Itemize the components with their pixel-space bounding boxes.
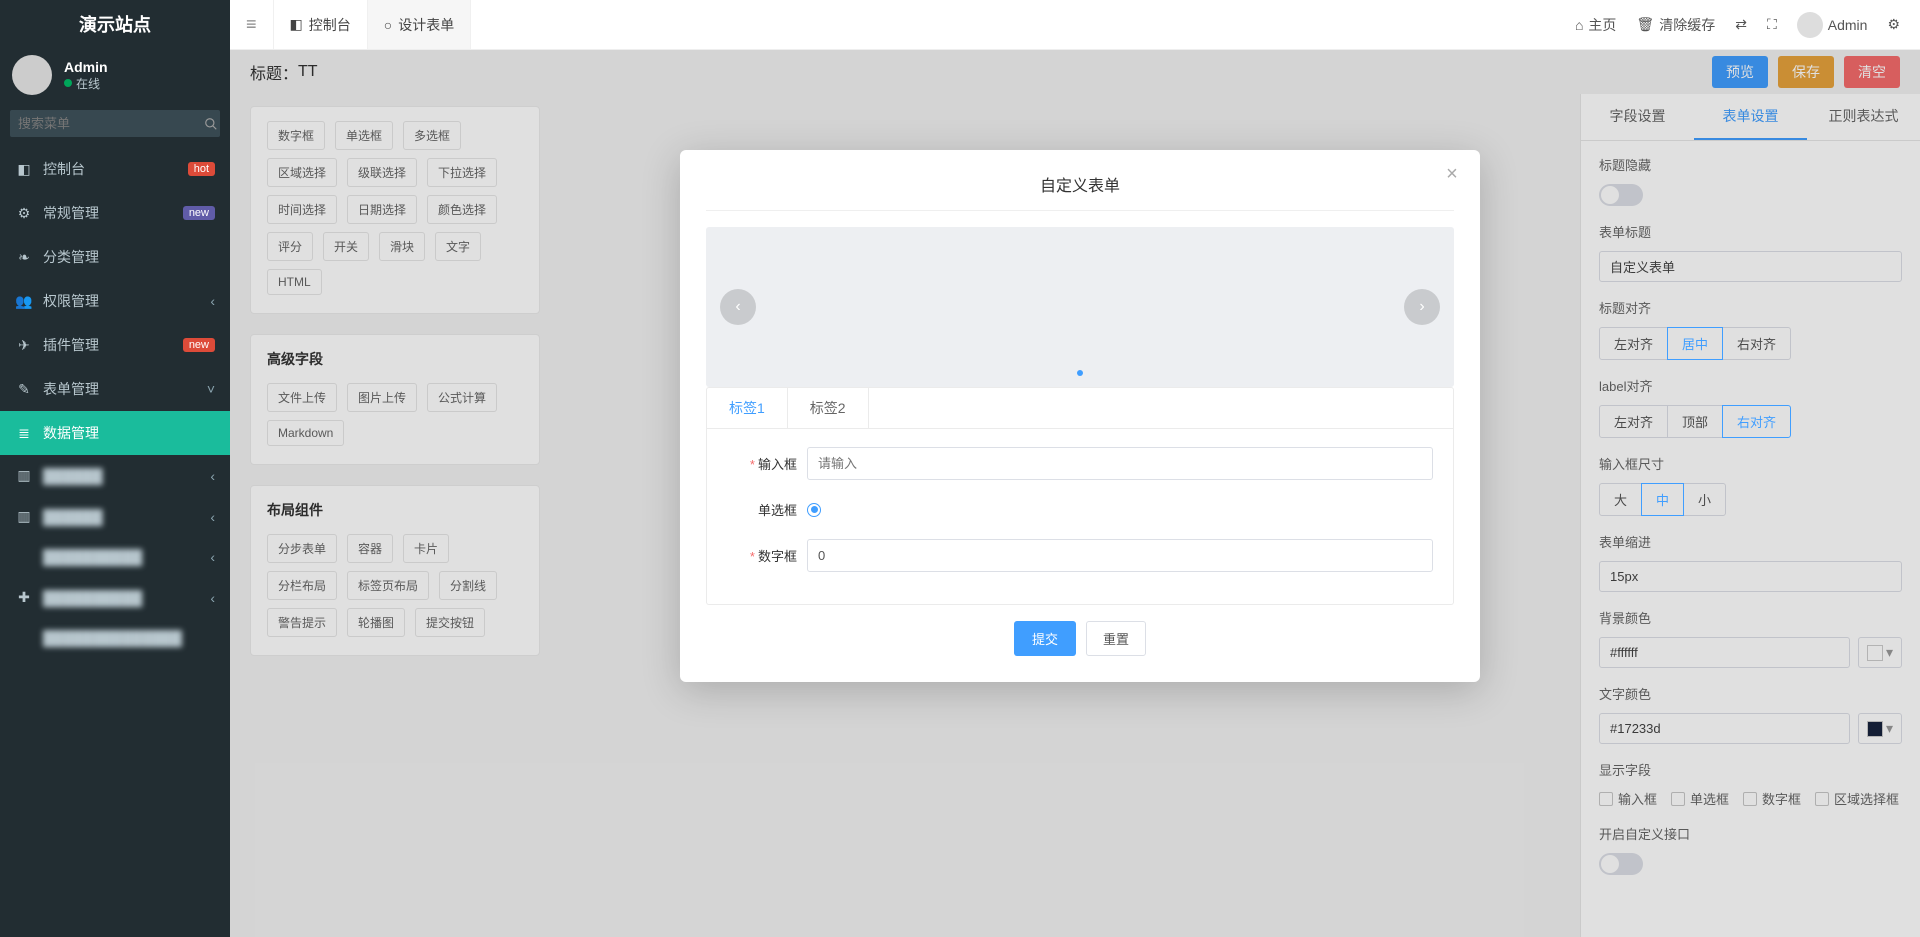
menu-label: ██████████ (43, 590, 200, 606)
fullscreen-icon[interactable]: ⛶ (1767, 16, 1777, 33)
modal-tabs: 标签1标签2 (706, 387, 1454, 429)
menu-icon: ⚙ (15, 205, 33, 222)
tab-icon: ◧ (290, 16, 303, 33)
chevron-left-icon: ‹ (210, 293, 215, 309)
hamburger-icon[interactable]: ≡ (230, 0, 274, 49)
menu-label: ██████████████ (43, 630, 215, 646)
user-name: Admin (64, 59, 108, 75)
topbar-user[interactable]: Admin (1797, 12, 1868, 38)
badge: hot (188, 162, 215, 176)
sidebar-item[interactable]: ✚ ██████████ ‹ (0, 577, 230, 618)
sidebar-item[interactable]: ◧ 控制台 hot (0, 147, 230, 191)
modal-tab[interactable]: 标签1 (707, 388, 788, 428)
menu-icon: ◧ (15, 161, 33, 178)
sidebar-item[interactable]: ▥ ██████ ‹ (0, 455, 230, 496)
user-avatar[interactable] (12, 55, 52, 95)
tab-icon: ○ (384, 17, 392, 33)
sidebar-menu: ◧ 控制台 hot ⚙ 常规管理 new ❧ 分类管理 👥 权限管理 ‹ ✈ 插件管理 new ✎ 表单管理 ˅… (0, 147, 230, 658)
menu-label: 插件管理 (43, 335, 173, 355)
menu-label: 常规管理 (43, 203, 173, 223)
home-icon: ⌂ (1575, 17, 1583, 33)
sidebar-item[interactable]: ██████████████ (0, 618, 230, 658)
carousel-prev-icon[interactable]: ‹ (720, 289, 756, 325)
online-dot-icon (64, 79, 72, 87)
sidebar-item[interactable]: ✈ 插件管理 new (0, 323, 230, 367)
trash-icon: 🗑 (1636, 16, 1654, 33)
carousel[interactable]: ‹ › (706, 227, 1454, 387)
sidebar-item[interactable]: ✎ 表单管理 ˅ (0, 367, 230, 411)
modal-radio[interactable] (807, 503, 821, 517)
user-status: 在线 (64, 75, 108, 92)
sidebar-item[interactable]: ██████████ ‹ (0, 537, 230, 577)
menu-search[interactable] (10, 110, 220, 137)
menu-label: 权限管理 (43, 291, 200, 311)
menu-search-input[interactable] (10, 110, 202, 137)
modal-tab[interactable]: 标签2 (788, 388, 869, 428)
modal-input-field[interactable] (807, 447, 1433, 480)
menu-icon: ✎ (15, 381, 33, 398)
menu-label: 表单管理 (43, 379, 197, 399)
sidebar-item[interactable]: ≣ 数据管理 (0, 411, 230, 455)
menu-icon: ❧ (15, 249, 33, 266)
brand-title: 演示站点 (0, 0, 230, 50)
tab-label: 设计表单 (398, 15, 454, 35)
menu-label: ██████████ (43, 549, 200, 565)
topbar: ≡ ◧ 控制台 ○ 设计表单 ⌂主页 🗑清除缓存 ⇄ ⛶ Admin ⚙ (230, 0, 1920, 50)
chevron-left-icon: ‹ (210, 468, 215, 484)
sidebar-item[interactable]: ❧ 分类管理 (0, 235, 230, 279)
chevron-down-icon: ˅ (207, 381, 215, 397)
reset-button[interactable]: 重置 (1086, 621, 1146, 656)
search-icon[interactable] (202, 110, 220, 137)
menu-label: 数据管理 (43, 423, 215, 443)
modal-form: × 自定义表单 ‹ › 标签1标签2 *输入框 单选框 *数字框 提交 重置 (680, 150, 1480, 682)
clear-cache-link[interactable]: 🗑清除缓存 (1636, 15, 1715, 35)
lang-icon[interactable]: ⇄ (1735, 16, 1747, 33)
top-tab[interactable]: ◧ 控制台 (274, 0, 368, 49)
menu-icon: ✚ (15, 589, 33, 606)
carousel-next-icon[interactable]: › (1404, 289, 1440, 325)
radio-label: 单选框 (758, 503, 797, 518)
number-label: 数字框 (758, 549, 797, 564)
tab-label: 控制台 (309, 15, 351, 35)
sidebar: 演示站点 Admin 在线 ◧ 控制台 hot ⚙ 常规管理 new ❧ 分类管理 👥 权限管理 ‹… (0, 0, 230, 937)
chevron-left-icon: ‹ (210, 549, 215, 565)
menu-icon: ≣ (15, 425, 33, 442)
modal-title: 自定义表单 (706, 172, 1454, 211)
sidebar-item[interactable]: ⚙ 常规管理 new (0, 191, 230, 235)
submit-button[interactable]: 提交 (1014, 621, 1076, 656)
menu-label: 分类管理 (43, 247, 215, 267)
sidebar-item[interactable]: 👥 权限管理 ‹ (0, 279, 230, 323)
menu-icon: ▥ (15, 467, 33, 484)
carousel-dot[interactable] (1077, 370, 1083, 376)
sidebar-item[interactable]: ▥ ██████ ‹ (0, 496, 230, 537)
modal-number-field[interactable] (807, 539, 1433, 572)
user-block: Admin 在线 (0, 50, 230, 100)
menu-label: ██████ (43, 468, 200, 484)
close-icon[interactable]: × (1442, 164, 1462, 184)
badge: new (183, 338, 215, 352)
chevron-left-icon: ‹ (210, 590, 215, 606)
menu-icon: ✈ (15, 337, 33, 354)
menu-icon: 👥 (15, 293, 33, 310)
gears-icon[interactable]: ⚙ (1887, 16, 1900, 33)
seg-input-size[interactable]: 中 (1641, 483, 1684, 516)
avatar-icon (1797, 12, 1823, 38)
menu-label: 控制台 (43, 159, 178, 179)
menu-icon: ▥ (15, 508, 33, 525)
menu-label: ██████ (43, 509, 200, 525)
input-label: 输入框 (758, 457, 797, 472)
top-tab[interactable]: ○ 设计表单 (368, 0, 471, 49)
badge: new (183, 206, 215, 220)
seg-title-align[interactable]: 居中 (1667, 327, 1723, 360)
chevron-left-icon: ‹ (210, 509, 215, 525)
seg-label-align[interactable]: 右对齐 (1722, 405, 1791, 438)
home-link[interactable]: ⌂主页 (1575, 15, 1616, 35)
